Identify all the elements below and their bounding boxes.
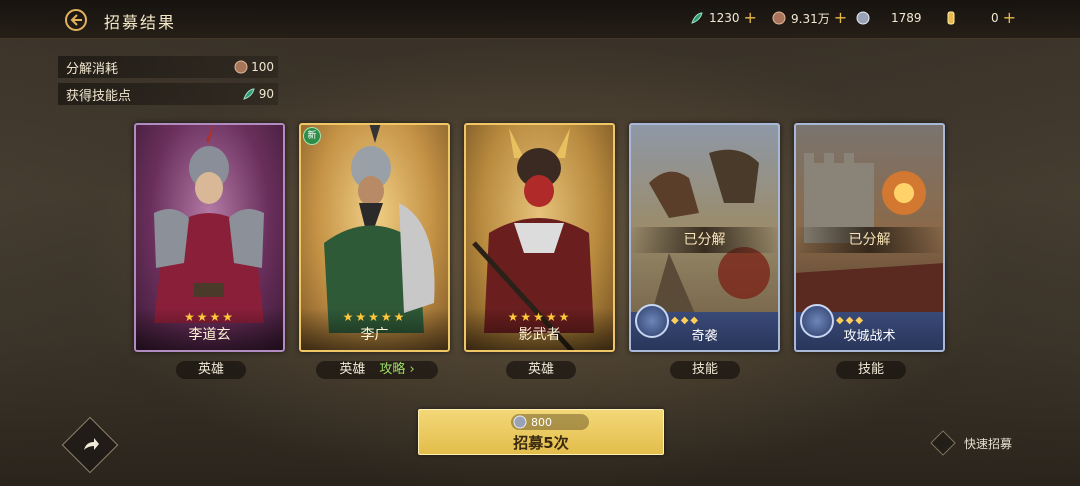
skill-name: 攻城战术 bbox=[843, 329, 896, 344]
recruit-cost-value: 800 bbox=[531, 415, 552, 429]
add-feather-button[interactable]: + bbox=[744, 10, 757, 26]
skill-card-2[interactable]: 已分解 ◆◆◆ 攻城战术 bbox=[794, 123, 945, 352]
skill-points-label: 获得技能点 bbox=[66, 88, 132, 104]
card-type-label: 技能 bbox=[670, 361, 740, 379]
quick-recruit-label: 快速招募 bbox=[964, 436, 1013, 451]
hero-card-2[interactable]: 新 ★★★★★ 李广 bbox=[299, 123, 450, 352]
decomposed-status: 已分解 bbox=[794, 227, 945, 253]
jade-feather-icon bbox=[691, 12, 703, 24]
silver-coin-icon bbox=[513, 415, 527, 429]
star-rating: ★★★★ bbox=[183, 310, 236, 324]
skill-card-1[interactable]: 已分解 ◆◆◆ 奇袭 bbox=[629, 123, 780, 352]
skill-points-value-wrap: 90 bbox=[242, 87, 274, 101]
skill-points-value: 90 bbox=[258, 87, 274, 101]
new-badge: 新 bbox=[303, 127, 321, 145]
decompose-cost-label: 分解消耗 bbox=[66, 61, 119, 77]
hero-name: 影武者 bbox=[518, 327, 561, 343]
gold-bar-icon bbox=[947, 11, 955, 25]
top-bar: 招募结果 1230 + 9.31万 + 1789 0 + bbox=[0, 0, 1080, 39]
recruit-cost: 800 bbox=[511, 414, 589, 430]
decomposed-status: 已分解 bbox=[629, 227, 780, 253]
card-type-pill-2: 英雄 攻略 › bbox=[316, 361, 438, 379]
hero-card-1[interactable]: ★★★★ 李道玄 bbox=[134, 123, 285, 352]
card-type-label: 技能 bbox=[836, 361, 906, 379]
bronze-coin-icon bbox=[234, 60, 248, 74]
resource-silver[interactable]: 1789 bbox=[856, 9, 922, 27]
resource-silver-value: 1789 bbox=[891, 11, 922, 25]
resource-feather-value: 1230 bbox=[709, 11, 740, 25]
quick-recruit-toggle[interactable]: 快速招募 bbox=[930, 430, 1013, 456]
recruit-five-button[interactable]: 800 招募5次 bbox=[418, 409, 664, 455]
decompose-cost-value: 100 bbox=[251, 60, 274, 74]
resource-feather[interactable]: 1230 + bbox=[690, 9, 757, 27]
page-title: 招募结果 bbox=[104, 13, 177, 32]
recruit-label: 招募5次 bbox=[513, 434, 569, 452]
hero-card-3[interactable]: ★★★★★ 影武者 bbox=[464, 123, 615, 352]
add-bronze-button[interactable]: + bbox=[834, 10, 847, 26]
card-type-label: 英雄 bbox=[176, 361, 246, 379]
jade-feather-icon bbox=[242, 88, 255, 100]
checkbox-diamond-icon[interactable] bbox=[930, 430, 956, 456]
resource-bronze[interactable]: 9.31万 + bbox=[772, 9, 847, 27]
bronze-coin-icon bbox=[772, 11, 786, 25]
add-gold-button[interactable]: + bbox=[1003, 10, 1016, 26]
skill-name: 奇袭 bbox=[691, 329, 718, 344]
resource-gold-value: 0 bbox=[991, 11, 999, 25]
share-arrow-icon[interactable] bbox=[80, 434, 100, 454]
resource-gold[interactable]: 0 + bbox=[944, 9, 1016, 27]
star-rating: ★★★★★ bbox=[507, 310, 572, 324]
card-type-label: 英雄 bbox=[339, 362, 366, 377]
card-type-label: 英雄 bbox=[506, 361, 576, 379]
resource-bronze-value: 9.31万 bbox=[791, 11, 830, 26]
hero-name: 李广 bbox=[360, 327, 389, 343]
guide-link[interactable]: 攻略 › bbox=[379, 362, 414, 377]
silver-coin-icon bbox=[856, 11, 870, 25]
skill-points-row: 获得技能点 90 bbox=[58, 83, 278, 105]
hero-name: 李道玄 bbox=[188, 327, 231, 343]
star-rating: ★★★★★ bbox=[342, 310, 407, 324]
decompose-cost-row: 分解消耗 100 bbox=[58, 56, 278, 78]
back-icon[interactable] bbox=[64, 8, 88, 32]
decompose-cost-value-wrap: 100 bbox=[234, 60, 274, 74]
